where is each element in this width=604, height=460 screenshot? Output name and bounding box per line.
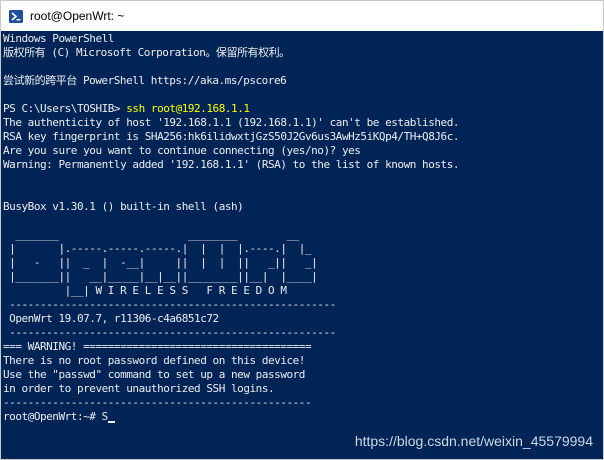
console-line: Warning: Permanently added '192.168.1.1'…	[3, 158, 460, 171]
terminal-window: root@OpenWrt: ~ Windows PowerShell 版权所有 …	[0, 0, 604, 460]
console-line: Are you sure you want to continue connec…	[3, 144, 361, 157]
text-cursor	[107, 421, 115, 423]
window-title: root@OpenWrt: ~	[30, 9, 125, 23]
console-line: RSA key fingerprint is SHA256:hk6ilidwxt…	[3, 130, 460, 143]
watermark: https://blog.csdn.net/weixin_45579994	[354, 433, 593, 449]
shell-prompt-line[interactable]: root@OpenWrt:~# S	[3, 410, 459, 424]
console-line: BusyBox v1.30.1 () built-in shell (ash)	[3, 200, 244, 213]
title-bar[interactable]: root@OpenWrt: ~	[1, 1, 603, 31]
console-line: in order to prevent unauthorized SSH log…	[3, 382, 275, 395]
console-line: ----------------------------------------…	[3, 396, 312, 409]
console-line: The authenticity of host '192.168.1.1 (1…	[3, 116, 460, 129]
console-line: OpenWrt 19.07.7, r11306-c4a6851c72	[3, 312, 219, 325]
ascii-banner-line: | - || _ | -__| || | | || _|| _|	[3, 256, 318, 269]
shell-prompt: root@OpenWrt:~# S	[3, 410, 108, 423]
ascii-banner-line: |__| W I R E L E S S F R E E D O M	[3, 284, 287, 297]
ascii-banner-line: | |.-----.-----.-----.| | | |.----.| |_	[3, 242, 312, 255]
ascii-banner-line: _______ ________ __	[3, 228, 299, 241]
prompt-line: PS C:\Users\TOSHIB> ssh root@192.168.1.1	[3, 102, 459, 116]
prompt-text: PS C:\Users\TOSHIB>	[3, 102, 127, 115]
console-line: ----------------------------------------…	[3, 298, 336, 311]
console-line: 尝试新的跨平台 PowerShell https://aka.ms/pscore…	[3, 74, 287, 87]
ssh-command: ssh root@192.168.1.1	[126, 102, 250, 115]
console-lines: Windows PowerShell 版权所有 (C) Microsoft Co…	[3, 32, 459, 424]
ascii-banner-line: |_______|| __|_____|__|__||________||__|…	[3, 270, 318, 283]
powershell-prompt-icon	[9, 9, 23, 23]
console-line: Windows PowerShell	[3, 32, 114, 45]
terminal-output[interactable]: Windows PowerShell 版权所有 (C) Microsoft Co…	[1, 31, 603, 459]
console-line: There is no root password defined on thi…	[3, 354, 305, 367]
console-line: 版权所有 (C) Microsoft Corporation。保留所有权利。	[3, 46, 290, 59]
console-line: ----------------------------------------…	[3, 326, 336, 339]
console-line: Use the "passwd" command to set up a new…	[3, 368, 305, 381]
console-line: === WARNING! ===========================…	[3, 340, 312, 353]
